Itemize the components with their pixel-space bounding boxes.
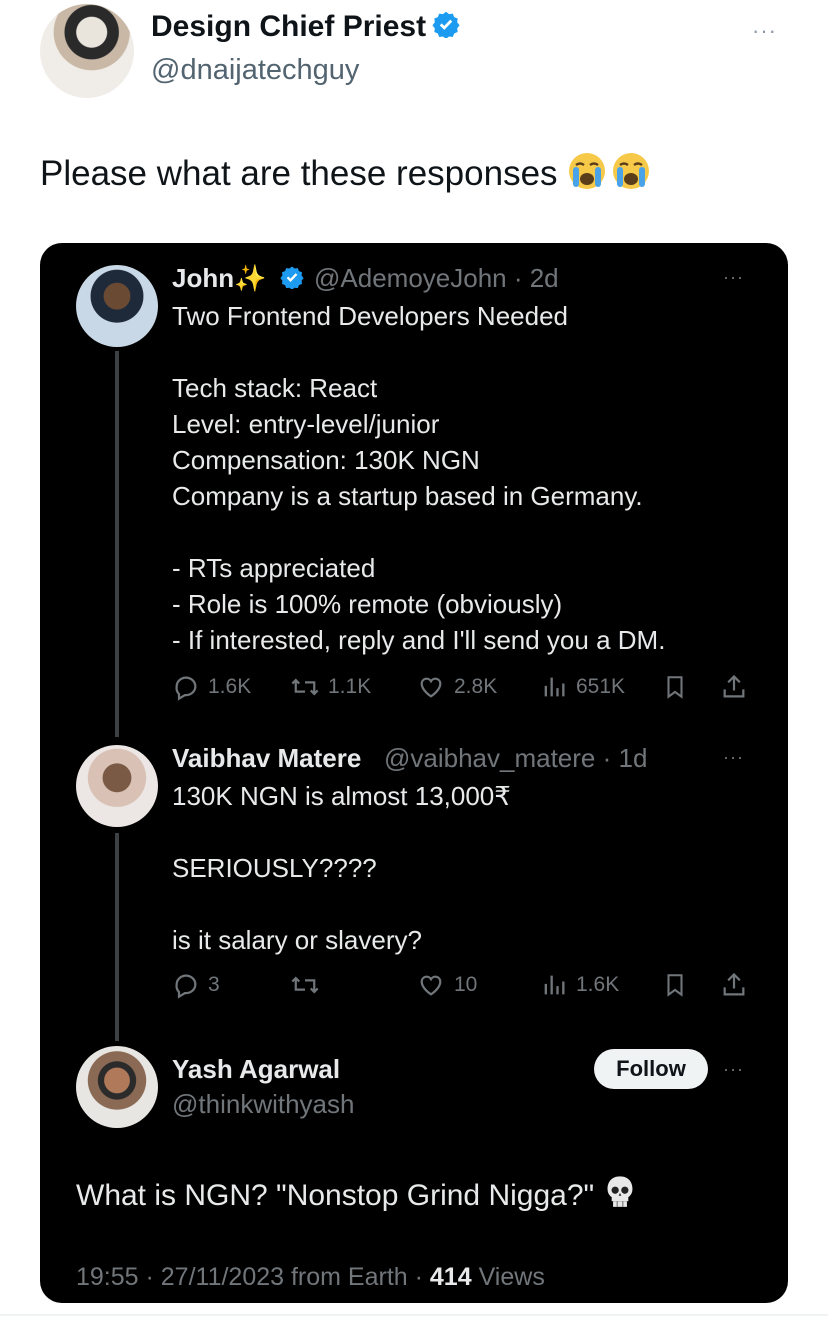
verified-badge-icon bbox=[432, 10, 460, 46]
tweet-line: - RTs appreciated bbox=[172, 553, 376, 583]
tweet-line: 130K NGN is almost 13,000₹ bbox=[172, 781, 511, 811]
loudly-crying-emoji bbox=[567, 151, 651, 200]
timestamp[interactable]: 19:55 · 27/11/2023 from Earth · bbox=[76, 1263, 430, 1291]
tweet-line bbox=[172, 514, 665, 550]
share-icon[interactable] bbox=[720, 673, 748, 701]
tweet-meta: 19:55 · 27/11/2023 from Earth · 414 View… bbox=[76, 1263, 545, 1292]
reply-count: 3 bbox=[208, 973, 220, 996]
tweet-text: Please what are these responses bbox=[40, 151, 651, 200]
bookmark-icon[interactable] bbox=[662, 673, 688, 701]
reply-icon bbox=[175, 974, 197, 999]
tweet-line bbox=[172, 886, 511, 922]
retweet-icon bbox=[291, 678, 319, 696]
author-display-name[interactable]: Design Chief Priest bbox=[151, 10, 426, 43]
views-button[interactable]: 1.6K bbox=[540, 971, 619, 999]
follow-button[interactable]: Follow bbox=[594, 1049, 708, 1089]
reply-button[interactable]: 3 bbox=[172, 971, 220, 999]
like-button[interactable]: 2.8K bbox=[416, 673, 497, 701]
more-icon[interactable]: ··· bbox=[752, 18, 777, 44]
thread-connector bbox=[115, 351, 119, 737]
author-name[interactable]: Yash Agarwal bbox=[172, 1054, 340, 1085]
author-handle[interactable]: @dnaijatechguy bbox=[151, 54, 359, 87]
tweet-line bbox=[172, 814, 511, 850]
quoted-screenshot-card: John✨ @AdemoyeJohn · 2d ··· Two Frontend… bbox=[40, 243, 788, 1303]
share-icon[interactable] bbox=[720, 971, 748, 999]
author-avatar[interactable] bbox=[40, 4, 134, 98]
sparkles-emoji: ✨ bbox=[234, 263, 267, 293]
reply-text: What is NGN? "Nonstop Grind Nigga?" bbox=[76, 1175, 637, 1219]
retweet-button[interactable]: 1.1K bbox=[290, 673, 371, 701]
tweet-body: Please what are these responses bbox=[40, 153, 558, 193]
avatar[interactable] bbox=[76, 1046, 158, 1128]
skull-emoji bbox=[603, 1175, 637, 1219]
like-count: 10 bbox=[454, 973, 478, 996]
more-icon[interactable]: ··· bbox=[723, 1059, 744, 1080]
like-icon bbox=[420, 975, 442, 996]
like-icon bbox=[420, 677, 442, 698]
tweet-body: Two Frontend Developers Needed Tech stac… bbox=[172, 298, 665, 658]
bookmark-icon[interactable] bbox=[662, 971, 688, 999]
tweet-line: Company is a startup based in Germany. bbox=[172, 481, 643, 511]
avatar[interactable] bbox=[76, 265, 158, 347]
divider bbox=[0, 1314, 828, 1316]
tweet-line: SERIOUSLY???? bbox=[172, 853, 377, 883]
views-icon bbox=[544, 975, 565, 995]
author-name[interactable]: Design Chief Priest bbox=[151, 10, 460, 46]
avatar[interactable] bbox=[76, 745, 158, 827]
tweet-line: is it salary or slavery? bbox=[172, 925, 422, 955]
views-icon bbox=[544, 677, 565, 697]
reply-body: What is NGN? "Nonstop Grind Nigga?" bbox=[76, 1178, 595, 1212]
tweet-handle-time[interactable]: @AdemoyeJohn · 2d bbox=[314, 263, 559, 294]
tweet-body: 130K NGN is almost 13,000₹ SERIOUSLY????… bbox=[172, 778, 511, 958]
tweet-line: Two Frontend Developers Needed bbox=[172, 301, 569, 331]
tweet-line: - If interested, reply and I'll send you… bbox=[172, 625, 666, 655]
more-icon[interactable]: ··· bbox=[723, 267, 744, 288]
views-count: 651K bbox=[576, 675, 626, 698]
like-button[interactable]: 10 bbox=[416, 971, 477, 999]
author-name[interactable]: John bbox=[172, 263, 234, 293]
views-button[interactable]: 651K bbox=[540, 673, 625, 701]
reply-count: 1.6K bbox=[208, 675, 252, 698]
retweet-icon bbox=[291, 976, 319, 994]
tweet-line: Level: entry-level/junior bbox=[172, 409, 440, 439]
like-count: 2.8K bbox=[454, 675, 498, 698]
tweet-line: Compensation: 130K NGN bbox=[172, 445, 480, 475]
reply-button[interactable]: 1.6K bbox=[172, 673, 251, 701]
tweet-line: Tech stack: React bbox=[172, 373, 378, 403]
retweet-count: 1.1K bbox=[328, 675, 372, 698]
tweet-line bbox=[172, 334, 665, 370]
author-handle[interactable]: @thinkwithyash bbox=[172, 1089, 354, 1120]
views-label: Views bbox=[478, 1263, 545, 1291]
tweet-handle-time[interactable]: @vaibhav_matere · 1d bbox=[384, 743, 647, 774]
views-count: 1.6K bbox=[576, 973, 620, 996]
reply-icon bbox=[175, 676, 197, 701]
thread-connector bbox=[115, 833, 119, 1041]
tweet-line: - Role is 100% remote (obviously) bbox=[172, 589, 563, 619]
author-name[interactable]: Vaibhav Matere bbox=[172, 743, 361, 774]
tweet-author-name[interactable]: John✨ bbox=[172, 263, 304, 296]
verified-badge-icon bbox=[280, 265, 304, 296]
views-number: 414 bbox=[429, 1263, 472, 1291]
more-icon[interactable]: ··· bbox=[723, 747, 744, 768]
retweet-button[interactable] bbox=[290, 971, 328, 999]
